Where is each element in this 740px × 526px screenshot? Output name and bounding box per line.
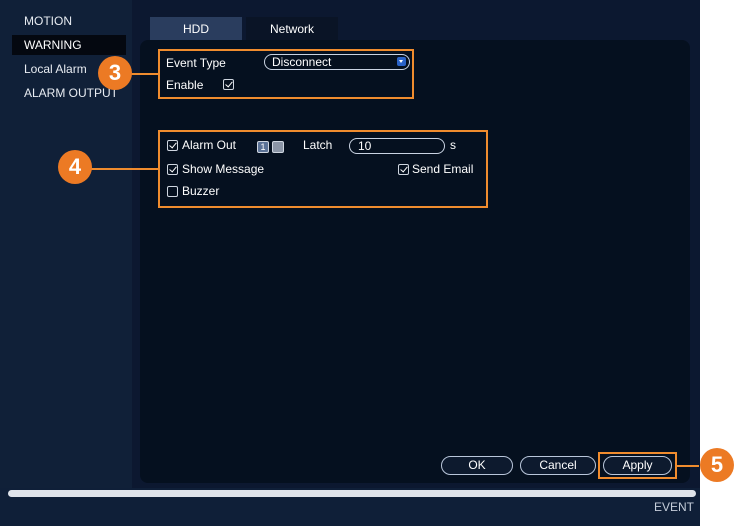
callout-5-highlight-box	[598, 452, 677, 479]
callout-5-badge: 5	[700, 448, 734, 482]
callout-4-highlight-box	[158, 130, 488, 208]
callout-3-highlight-box	[158, 49, 414, 99]
callout-4-connector	[84, 168, 158, 170]
main-panel	[140, 40, 690, 483]
sidebar-item-alarm-output[interactable]: ALARM OUTPUT	[12, 83, 118, 103]
callout-3-badge: 3	[98, 56, 132, 90]
sidebar-item-warning[interactable]: WARNING	[12, 35, 126, 55]
cancel-button[interactable]: Cancel	[520, 456, 596, 475]
callout-5-connector	[677, 465, 699, 467]
horizontal-scrollbar[interactable]	[8, 490, 696, 497]
event-menu-label: EVENT	[653, 500, 694, 514]
sidebar-item-local-alarm[interactable]: Local Alarm	[12, 59, 87, 79]
ok-button[interactable]: OK	[441, 456, 513, 475]
callout-3-connector	[130, 73, 158, 75]
tab-hdd[interactable]: HDD	[150, 17, 242, 41]
sidebar-item-motion[interactable]: MOTION	[12, 11, 72, 31]
tab-network[interactable]: Network	[246, 17, 338, 41]
callout-4-badge: 4	[58, 150, 92, 184]
